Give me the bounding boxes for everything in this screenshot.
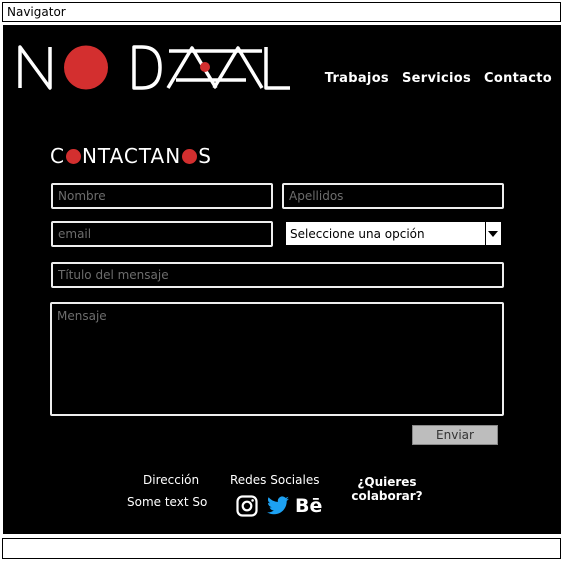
- send-button[interactable]: Enviar: [412, 425, 498, 445]
- page-title: C NTACTAN S: [50, 144, 212, 168]
- title-part-3: S: [198, 144, 212, 168]
- window-statusbar: [2, 538, 561, 559]
- collab-link[interactable]: ¿Quieres colaborar?: [347, 475, 427, 503]
- titulo-field[interactable]: [51, 262, 504, 288]
- direccion-label: Dirección: [143, 473, 200, 487]
- behance-icon[interactable]: Bē: [295, 495, 322, 517]
- chevron-down-icon[interactable]: [485, 222, 501, 245]
- title-part-2: NTACTAN: [81, 144, 182, 168]
- title-dot-icon: [182, 148, 198, 164]
- email-field[interactable]: [51, 221, 273, 247]
- nav-contacto[interactable]: Contacto: [484, 71, 552, 86]
- twitter-icon[interactable]: [265, 494, 291, 518]
- select-value: Seleccione una opción: [290, 227, 425, 241]
- window-titlebar: Navigator: [2, 2, 561, 22]
- mensaje-field[interactable]: [50, 302, 504, 416]
- nombre-field[interactable]: [51, 183, 273, 209]
- page-content: Trabajos Servicios Contacto C NTACTAN S …: [3, 25, 561, 534]
- instagram-icon[interactable]: [235, 494, 259, 518]
- main-nav: Trabajos Servicios Contacto: [325, 71, 552, 86]
- redes-label: Redes Sociales: [230, 473, 320, 487]
- apellidos-field[interactable]: [282, 183, 504, 209]
- nav-servicios[interactable]: Servicios: [402, 71, 471, 86]
- option-select[interactable]: Seleccione una opción: [285, 221, 502, 246]
- nav-trabajos[interactable]: Trabajos: [325, 71, 389, 86]
- nodal-logo[interactable]: [16, 40, 292, 96]
- window-title: Navigator: [7, 5, 66, 19]
- title-dot-icon: [65, 148, 81, 164]
- direccion-text: Some text So: [127, 495, 208, 509]
- social-links: Bē: [235, 494, 322, 518]
- title-part-1: C: [50, 144, 65, 168]
